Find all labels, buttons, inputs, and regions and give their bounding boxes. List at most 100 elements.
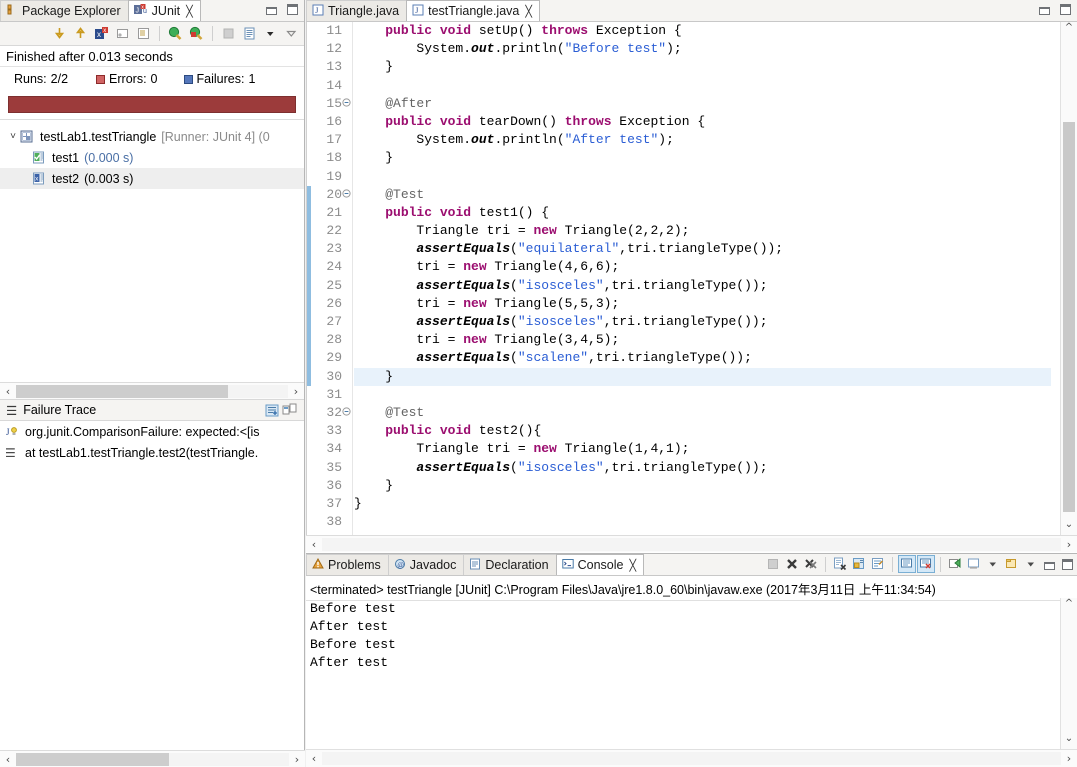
code-line[interactable]: assertEquals("equilateral",tri.triangleT… [354, 240, 1051, 258]
code-line[interactable]: Triangle tri = new Triangle(1,4,1); [354, 440, 1051, 458]
scroll-right-icon[interactable]: › [1061, 752, 1077, 765]
show-console-on-error-icon[interactable] [917, 555, 935, 573]
code-line[interactable]: assertEquals("isosceles",tri.triangleTyp… [354, 459, 1051, 477]
code-line[interactable]: @Test [354, 186, 1051, 204]
maximize-icon[interactable] [1060, 558, 1075, 571]
scroll-thumb[interactable] [1063, 122, 1075, 512]
compare-result-icon[interactable] [281, 402, 298, 419]
code-line[interactable]: @After [354, 95, 1051, 113]
show-in-console-icon[interactable] [241, 25, 258, 42]
code-line[interactable]: assertEquals("isosceles",tri.triangleTyp… [354, 313, 1051, 331]
scroll-track[interactable] [322, 537, 1061, 551]
scroll-left-icon[interactable]: ‹ [0, 753, 16, 766]
code-line[interactable]: } [354, 149, 1051, 167]
code-line[interactable]: Triangle tri = new Triangle(2,2,2); [354, 222, 1051, 240]
code-line[interactable]: @Test [354, 404, 1051, 422]
scroll-up-icon[interactable]: ^ [1061, 22, 1077, 38]
maximize-icon[interactable] [1058, 3, 1073, 16]
tab-declaration[interactable]: Declaration [463, 554, 557, 575]
code-line[interactable]: public void test2(){ [354, 422, 1051, 440]
clear-console-icon[interactable] [832, 556, 848, 572]
display-selected-console-menu-icon[interactable] [985, 556, 1001, 572]
scroll-track[interactable] [322, 752, 1061, 765]
scroll-track[interactable] [16, 384, 288, 398]
code-line[interactable] [354, 168, 1051, 186]
code-line[interactable]: assertEquals("isosceles",tri.triangleTyp… [354, 277, 1051, 295]
history-icon[interactable] [135, 25, 152, 42]
failure-trace-entry[interactable]: ☰ at testLab1.testTriangle.test2(testTri… [0, 442, 304, 463]
expand-chevron-icon[interactable]: ˅ [6, 131, 20, 142]
minimize-icon[interactable] [1037, 3, 1052, 16]
code-line[interactable]: } [354, 495, 1051, 513]
scroll-up-icon[interactable]: ^ [1061, 598, 1077, 614]
fold-toggle-icon[interactable] [342, 186, 351, 198]
minimize-view-icon[interactable] [283, 25, 300, 42]
code-line[interactable]: } [354, 477, 1051, 495]
maximize-icon[interactable] [285, 3, 300, 16]
failure-trace-entry[interactable]: J org.junit.ComparisonFailure: expected:… [0, 421, 304, 442]
minimize-icon[interactable] [264, 3, 279, 16]
scroll-down-icon[interactable]: ⌄ [1061, 733, 1077, 749]
minimize-icon[interactable] [1042, 558, 1057, 571]
code-line[interactable]: public void setUp() throws Exception { [354, 22, 1051, 40]
editor-vertical-scrollbar[interactable]: ^ ⌄ [1060, 22, 1077, 535]
tree-horizontal-scrollbar[interactable]: ‹ › [0, 382, 304, 399]
tab-triangle-java[interactable]: J Triangle.java [306, 0, 408, 21]
close-icon[interactable]: ╳ [629, 559, 636, 572]
next-failure-icon[interactable] [51, 25, 68, 42]
code-line[interactable] [354, 77, 1051, 95]
word-wrap-icon[interactable] [870, 556, 886, 572]
scroll-track[interactable] [16, 752, 289, 766]
scroll-left-icon[interactable]: ‹ [0, 385, 16, 398]
code-line[interactable]: System.out.println("Before test"); [354, 40, 1051, 58]
editor-horizontal-scrollbar[interactable]: ‹ › [306, 535, 1077, 552]
scroll-right-icon[interactable]: › [288, 385, 304, 398]
filter-stack-trace-icon[interactable] [264, 402, 281, 419]
test-tree-row-test2[interactable]: x test2 (0.003 s) [0, 168, 304, 189]
code-line[interactable]: public void test1() { [354, 204, 1051, 222]
console-vertical-scrollbar[interactable]: ^ ⌄ [1060, 598, 1077, 749]
scroll-lock-icon[interactable] [114, 25, 131, 42]
code-line[interactable]: tri = new Triangle(4,6,6); [354, 258, 1051, 276]
scroll-thumb[interactable] [16, 384, 229, 398]
code-line[interactable]: tri = new Triangle(5,5,3); [354, 295, 1051, 313]
scroll-lock-icon[interactable] [851, 556, 867, 572]
tab-package-explorer[interactable]: Package Explorer [0, 0, 129, 21]
code-line[interactable]: public void tearDown() throws Exception … [354, 113, 1051, 131]
view-menu-icon[interactable] [262, 25, 279, 42]
tab-javadoc[interactable]: @ Javadoc [387, 554, 465, 575]
code-line[interactable]: assertEquals("scalene",tri.triangleType(… [354, 349, 1051, 367]
remove-all-terminated-icon[interactable] [803, 556, 819, 572]
show-console-on-output-icon[interactable] [898, 555, 916, 573]
scroll-left-icon[interactable]: ‹ [306, 752, 322, 765]
code-line[interactable]: } [354, 58, 1051, 76]
tab-console[interactable]: Console ╳ [555, 554, 645, 575]
left-pane-horizontal-scrollbar[interactable]: ‹ › [0, 750, 305, 767]
pin-console-icon[interactable] [947, 556, 963, 572]
code-line[interactable]: tri = new Triangle(3,4,5); [354, 331, 1051, 349]
tab-testtriangle-java[interactable]: J testTriangle.java ╳ [406, 0, 540, 21]
show-failures-only-icon[interactable]: x x [93, 25, 110, 42]
open-console-icon[interactable] [1004, 556, 1020, 572]
source-code-area[interactable]: public void setUp() throws Exception { S… [354, 22, 1051, 535]
console-horizontal-scrollbar[interactable]: ‹ › [306, 749, 1077, 767]
failure-trace-list[interactable]: J org.junit.ComparisonFailure: expected:… [0, 421, 304, 463]
remove-launch-icon[interactable] [784, 556, 800, 572]
previous-failure-icon[interactable] [72, 25, 89, 42]
fold-toggle-icon[interactable] [342, 404, 351, 416]
code-line[interactable]: } [354, 367, 1051, 386]
scroll-thumb[interactable] [16, 752, 169, 766]
editor-body[interactable]: 11 12 13 14 15 16 17 18 19 20 21 22 23 24 25 26 27 28 29 30… [306, 22, 1077, 535]
test-tree-row-suite[interactable]: ˅ testLab1.testTriangle [Runner: JUnit 4… [0, 126, 304, 147]
code-line[interactable] [354, 386, 1051, 404]
code-line[interactable] [354, 513, 1051, 531]
close-icon[interactable]: ╳ [525, 5, 532, 18]
display-selected-console-icon[interactable] [966, 556, 982, 572]
test-tree-row-test1[interactable]: test1 (0.000 s) [0, 147, 304, 168]
rerun-failed-tests-icon[interactable] [188, 25, 205, 42]
scroll-left-icon[interactable]: ‹ [306, 538, 322, 551]
scroll-down-icon[interactable]: ⌄ [1061, 519, 1077, 535]
fold-toggle-icon[interactable] [342, 95, 351, 107]
tab-junit[interactable]: J x u JUnit ╳ [127, 0, 201, 21]
junit-test-tree[interactable]: ˅ testLab1.testTriangle [Runner: JUnit 4… [0, 119, 304, 399]
